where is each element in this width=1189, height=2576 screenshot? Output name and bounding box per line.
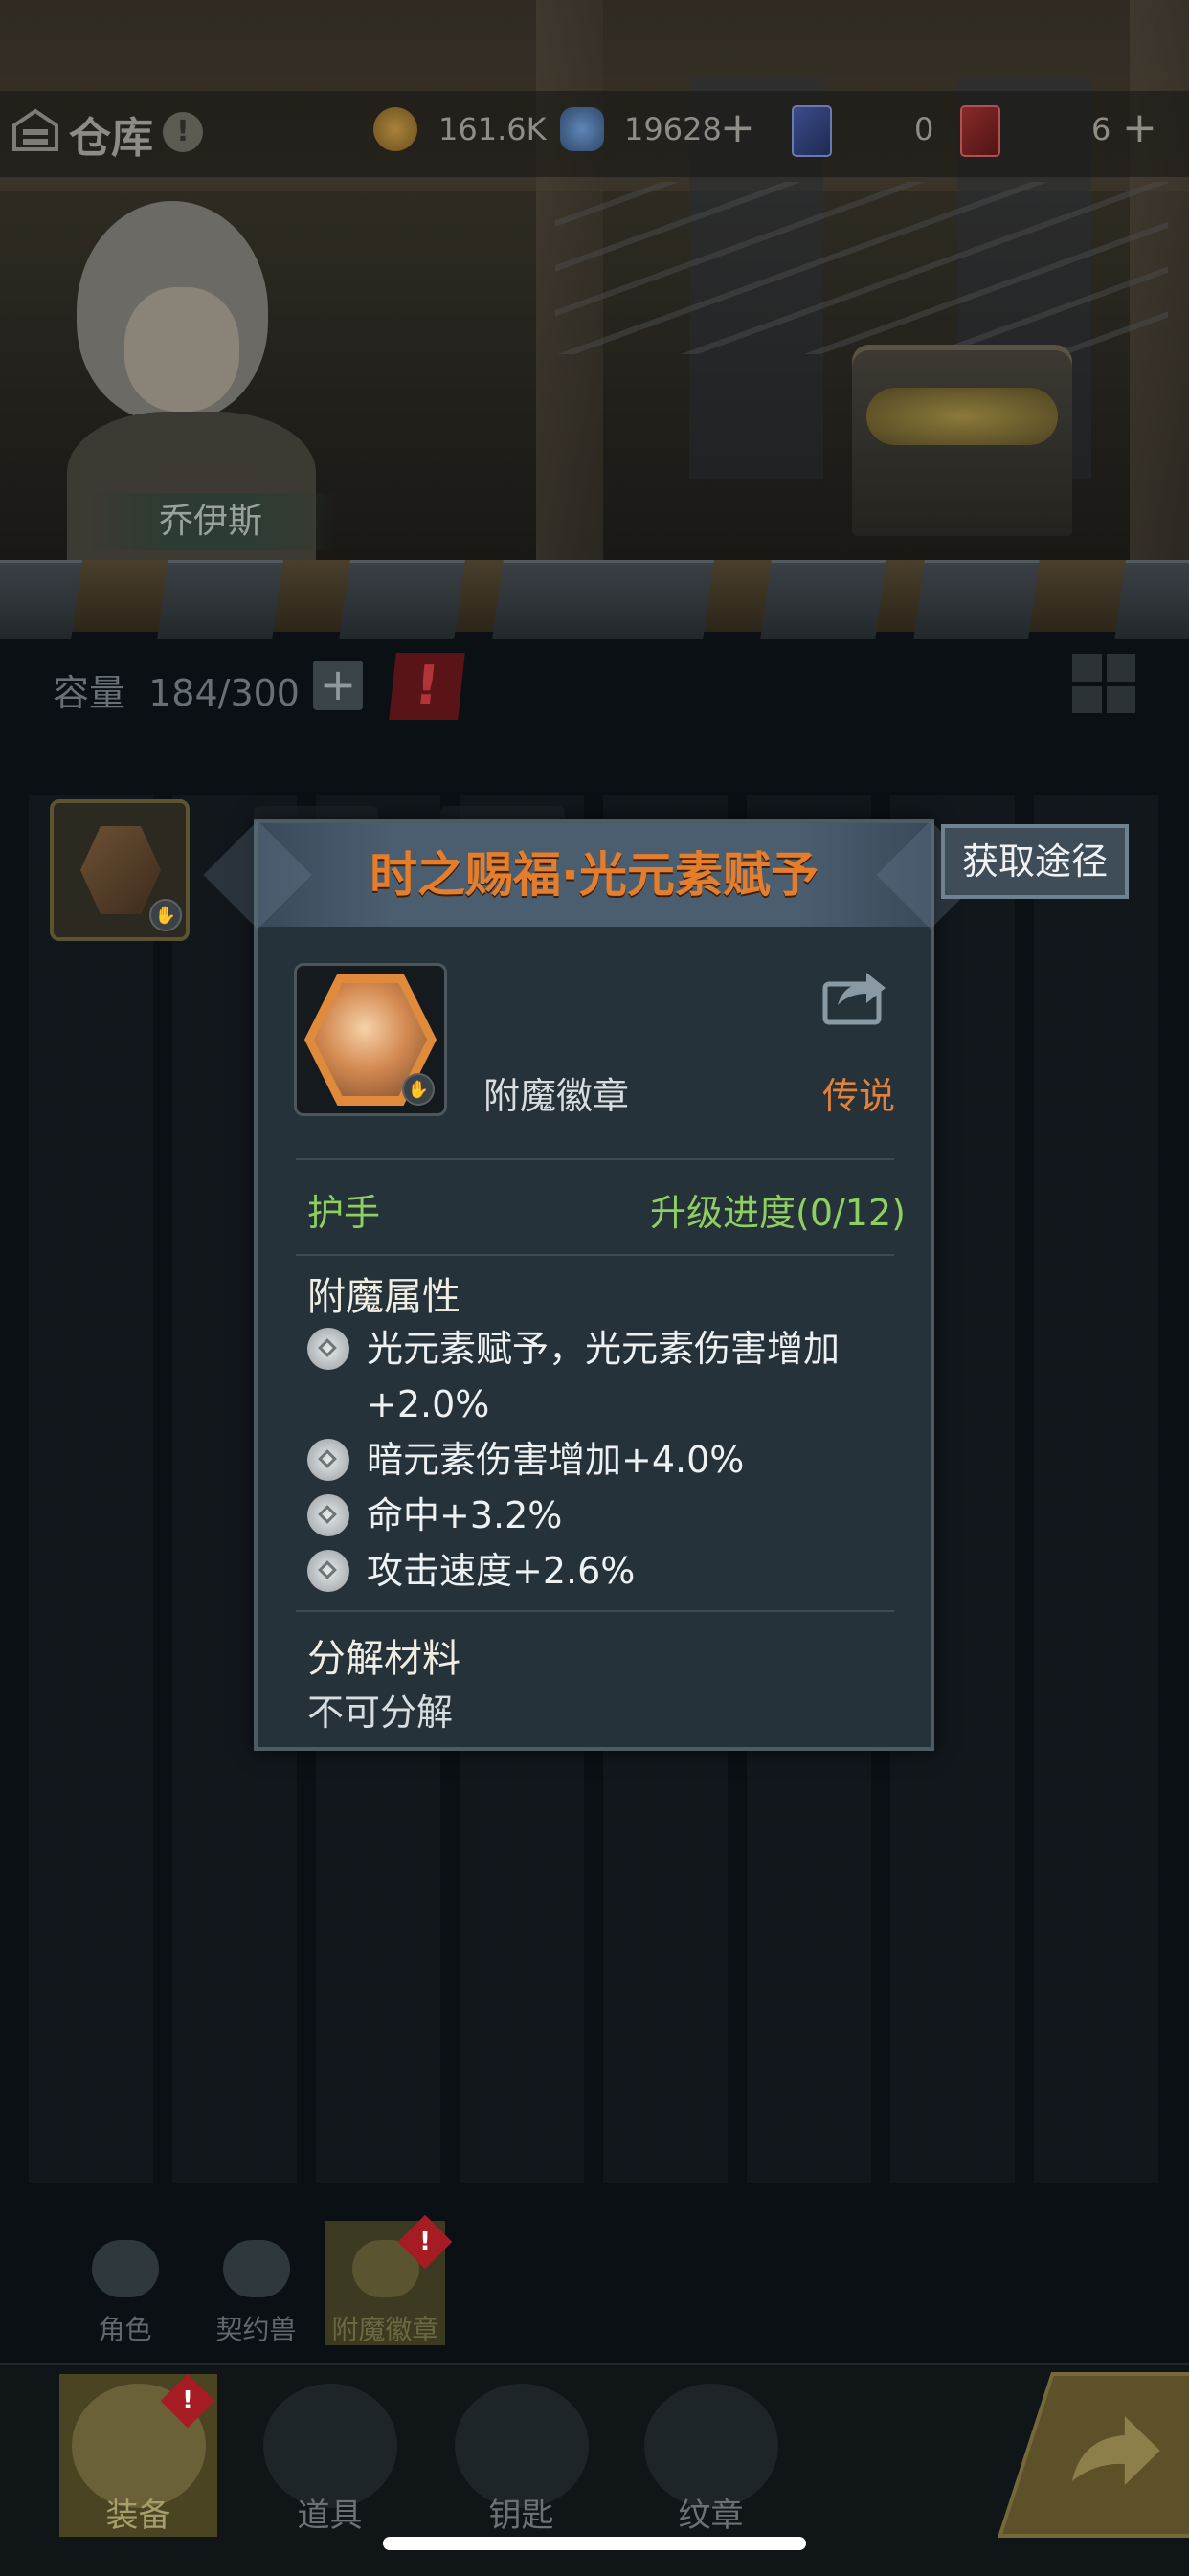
attribute-text: 命中+3.2% — [367, 1494, 563, 1536]
nav-emblems[interactable]: 纹章 — [632, 2374, 790, 2537]
gauntlet-slot-icon: ✋ — [149, 899, 182, 931]
gauntlet-slot-icon: ✋ — [402, 1073, 435, 1106]
capacity-label: 容量 — [53, 672, 126, 714]
grid-cell — [1072, 654, 1102, 682]
character-icon — [91, 2240, 159, 2297]
attribute-bullet-icon — [307, 1439, 349, 1481]
blue-ticket-icon — [792, 105, 832, 157]
share-icon[interactable] — [822, 965, 889, 1026]
nav-label: 装备 — [105, 2497, 171, 2535]
attribute-text: 暗元素伤害增加+4.0% — [367, 1439, 745, 1481]
item-detail-popup: 时之赐福·光元素赋予 ✋ 附魔徽章 传说 护手 升级进度(0/12) 附魔属性 … — [203, 819, 985, 1751]
alert-badge-icon: ! — [397, 2214, 453, 2270]
add-tickets-button[interactable]: + — [1122, 107, 1157, 149]
item-badge-icon: ✋ — [294, 963, 447, 1116]
red-ticket-icon — [960, 105, 1000, 157]
attribute-bullet-icon — [307, 1550, 349, 1592]
subtab-label: 角色 — [98, 2314, 152, 2345]
nav-label: 纹章 — [678, 2497, 744, 2535]
attributes-heading: 附魔属性 — [307, 1275, 460, 1319]
subtab-character[interactable]: 角色 — [65, 2221, 185, 2345]
nav-items[interactable]: 道具 — [251, 2374, 409, 2537]
hero-name-plate: 乔伊斯 — [86, 493, 335, 550]
hero-face — [124, 287, 239, 412]
scene-weapon-rack — [555, 182, 1168, 354]
shelf-block — [157, 560, 283, 639]
divider — [296, 1254, 894, 1256]
badge-icon — [80, 826, 161, 914]
attribute-bullet-icon — [307, 1494, 349, 1536]
shelf-block — [492, 560, 714, 639]
info-button[interactable]: ! — [163, 112, 203, 152]
shelf-block — [0, 560, 82, 639]
warehouse-icon — [12, 108, 58, 151]
shelf-block — [760, 560, 886, 639]
scene-gold-pile — [866, 388, 1058, 445]
item-type: 附魔徽章 — [483, 1075, 630, 1117]
add-gems-button[interactable]: + — [720, 107, 755, 149]
divider — [296, 1158, 894, 1160]
item-title: 时之赐福·光元素赋予 — [370, 847, 819, 903]
equip-slot: 护手 — [307, 1192, 381, 1234]
item-rarity: 传说 — [822, 1075, 896, 1117]
attribute-text: 攻击速度+2.6% — [367, 1550, 636, 1592]
alert-tag-icon[interactable]: ! — [389, 653, 465, 720]
page-title: 仓库 — [69, 114, 153, 163]
upgrade-progress: 升级进度(0/12) — [650, 1192, 906, 1234]
red-ticket-count: 6 — [1091, 111, 1111, 147]
divider — [296, 1610, 894, 1612]
shelf-block — [1114, 560, 1189, 639]
nav-label: 道具 — [297, 2497, 363, 2535]
shelf-block — [913, 560, 1040, 639]
alert-badge-icon: ! — [160, 2373, 215, 2429]
capacity-value: 184/300 — [148, 672, 300, 714]
expand-capacity-button[interactable]: + — [313, 661, 363, 710]
decompose-value: 不可分解 — [307, 1691, 454, 1734]
inventory-slot-selected[interactable]: ✋ — [50, 799, 190, 941]
gem-icon — [560, 107, 604, 151]
grid-cell — [1072, 685, 1102, 713]
arrow-right-icon — [1071, 2416, 1160, 2485]
obtain-source-button[interactable]: 获取途径 — [941, 824, 1129, 899]
decompose-heading: 分解材料 — [307, 1637, 460, 1681]
subtab-label: 契约兽 — [215, 2314, 297, 2345]
nav-label: 钥匙 — [488, 2497, 554, 2535]
subtab-label: 附魔徽章 — [331, 2314, 439, 2345]
attribute-text: +2.0% — [367, 1383, 490, 1425]
attribute-bullet-icon — [307, 1328, 349, 1370]
shelf-block — [339, 560, 465, 639]
home-indicator[interactable] — [383, 2537, 806, 2550]
paw-icon — [222, 2240, 290, 2297]
blue-ticket-count: 0 — [914, 111, 934, 147]
nav-keys[interactable]: 钥匙 — [442, 2374, 600, 2537]
coin-icon — [373, 107, 417, 151]
grid-cell — [1106, 685, 1135, 713]
grid-view-button[interactable] — [1072, 654, 1135, 713]
gem-amount: 19628 — [624, 111, 722, 147]
grid-cell — [1106, 654, 1135, 682]
attribute-text: 光元素赋予，光元素伤害增加 — [367, 1328, 841, 1370]
coin-amount: 161.6K — [438, 111, 547, 147]
hero-name: 乔伊斯 — [158, 502, 262, 541]
capacity-display: 容量 184/300 — [53, 663, 300, 716]
subtab-pet[interactable]: 契约兽 — [196, 2221, 316, 2345]
